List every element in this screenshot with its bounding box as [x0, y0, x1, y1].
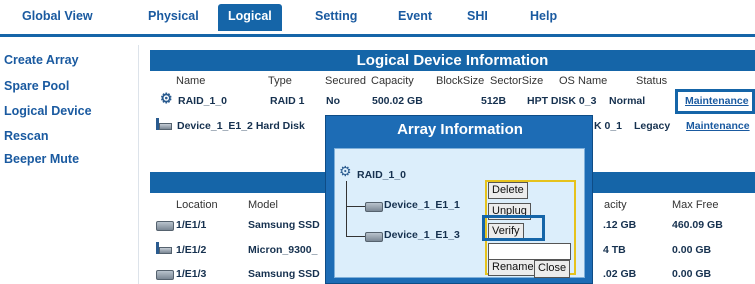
close-button[interactable]: Close — [534, 260, 571, 278]
disk-capacity: 4 TB — [603, 244, 626, 256]
col-capacity: acity — [604, 199, 627, 211]
array-information-dialog: Array Information ⚙ RAID_1_0 Device_1_E1… — [325, 115, 593, 284]
disk-maxfree: 0.00 GB — [672, 268, 712, 280]
col-status: Status — [636, 75, 668, 87]
array-type: RAID 1 — [270, 95, 305, 107]
sidebar-item-spare-pool[interactable]: Spare Pool — [4, 79, 132, 93]
col-blocksize: BlockSize — [436, 75, 485, 87]
col-location: Location — [176, 199, 218, 211]
disk-model: Samsung SSD — [248, 219, 320, 231]
disk-model: Micron_9300_ — [248, 244, 318, 256]
disk-maxfree: 460.09 GB — [672, 219, 723, 231]
nav-setting[interactable]: Setting — [315, 9, 357, 23]
disk-location[interactable]: 1/E1/2 — [176, 244, 206, 256]
sidebar-item-beeper-mute[interactable]: Beeper Mute — [4, 152, 132, 166]
highlight-verify — [482, 215, 545, 241]
tree-device-2[interactable]: Device_1_E1_3 — [384, 229, 460, 241]
col-sectorsize: SectorSize — [490, 75, 544, 87]
array-icon: ⚙ — [160, 90, 173, 106]
tree-line — [346, 206, 365, 207]
logical-device-header: Logical Device Information — [150, 50, 755, 71]
array-osname: HPT DISK 0_3 — [527, 95, 597, 107]
tree-root[interactable]: RAID_1_0 — [357, 169, 406, 181]
device-name[interactable]: Device_1_E1_2 Hard Disk — [177, 120, 325, 132]
hard-disk-icon — [156, 118, 172, 131]
col-osname: OS Name — [559, 75, 608, 87]
tree-line — [346, 236, 365, 237]
maintenance-link[interactable]: Maintenance — [686, 120, 754, 132]
top-nav: Global View Physical Logical Setting Eve… — [0, 0, 755, 37]
menu-blank-item[interactable] — [488, 243, 571, 260]
disk-icon — [365, 231, 383, 243]
col-capacity: Capacity — [371, 75, 414, 87]
nav-shi[interactable]: SHI — [467, 9, 488, 23]
nav-help[interactable]: Help — [530, 9, 557, 23]
array-status: Normal — [609, 95, 646, 107]
col-model: Model — [248, 199, 278, 211]
array-icon: ⚙ — [339, 163, 352, 179]
array-secured: No — [326, 95, 340, 107]
tree-line — [346, 181, 347, 236]
dialog-body: ⚙ RAID_1_0 Device_1_E1_1 Device_1_E1_3 D… — [334, 148, 585, 278]
disk-icon — [156, 269, 174, 281]
nav-physical[interactable]: Physical — [148, 9, 199, 23]
nav-event[interactable]: Event — [398, 9, 432, 23]
nav-logical[interactable]: Logical — [218, 4, 282, 31]
disk-maxfree: 0.00 GB — [672, 244, 712, 256]
disk-model: Samsung SSD — [248, 268, 320, 280]
delete-button[interactable]: Delete — [488, 182, 528, 199]
sidebar-item-logical-device[interactable]: Logical Device — [4, 104, 132, 118]
disk-location[interactable]: 1/E1/3 — [176, 268, 206, 280]
sidebar: Create Array Spare Pool Logical Device R… — [0, 45, 139, 284]
device-osname: K 0_1 — [594, 120, 623, 132]
tree-device-1[interactable]: Device_1_E1_1 — [384, 199, 460, 211]
highlight-maintenance — [675, 89, 755, 114]
sidebar-item-create-array[interactable]: Create Array — [4, 53, 132, 67]
col-type: Type — [268, 75, 292, 87]
sidebar-item-rescan[interactable]: Rescan — [4, 129, 132, 143]
col-maxfree: Max Free — [672, 199, 719, 211]
device-status: Legacy — [634, 120, 671, 132]
hard-disk-icon — [156, 242, 172, 255]
nav-global-view[interactable]: Global View — [22, 9, 93, 23]
rename-button[interactable]: Rename — [488, 259, 538, 276]
disk-icon — [365, 201, 383, 213]
array-blocksize: 512B — [481, 95, 507, 107]
array-name[interactable]: RAID_1_0 — [178, 95, 227, 107]
col-secured: Secured — [325, 75, 366, 87]
array-capacity: 500.02 GB — [372, 95, 423, 107]
disk-location[interactable]: 1/E1/1 — [176, 219, 206, 231]
disk-capacity: .12 GB — [603, 219, 637, 231]
disk-icon — [156, 220, 174, 232]
dialog-title: Array Information — [397, 121, 523, 138]
col-name: Name — [176, 75, 206, 87]
disk-capacity: .02 GB — [603, 268, 637, 280]
